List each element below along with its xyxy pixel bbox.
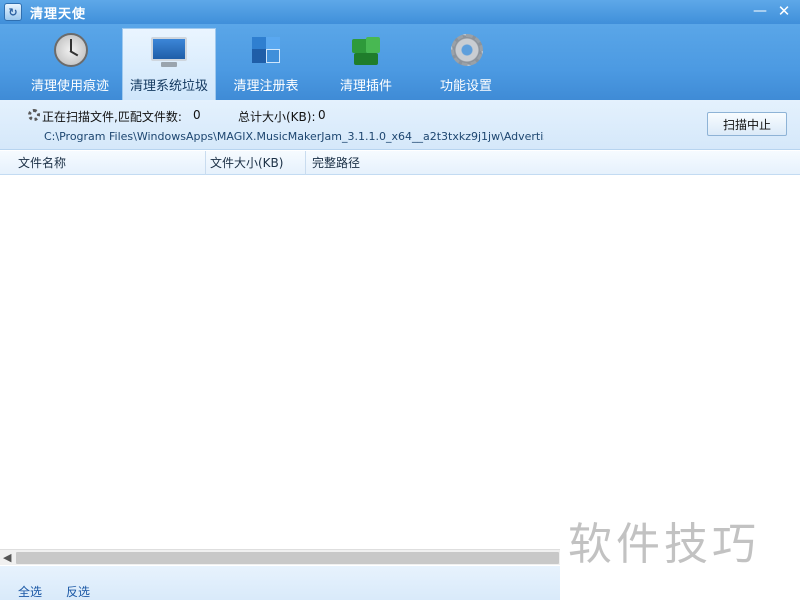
total-size-value: 0 xyxy=(318,108,326,122)
monitor-icon xyxy=(149,31,189,71)
scan-status-panel: 正在扫描文件,匹配文件数: 0 总计大小(KB): 0 C:\Program F… xyxy=(0,100,800,150)
title-bar: ↻ 清理天使 — ✕ xyxy=(0,0,800,24)
tab-clean-system-junk[interactable]: 清理系统垃圾 xyxy=(122,28,216,100)
matched-count: 0 xyxy=(193,108,201,122)
current-scan-path: C:\Program Files\WindowsApps\MAGIX.Music… xyxy=(44,130,544,143)
close-button[interactable]: ✕ xyxy=(774,2,794,20)
scroll-left-icon[interactable]: ◀ xyxy=(3,551,11,564)
registry-icon xyxy=(246,31,286,71)
stop-scan-button[interactable]: 扫描中止 xyxy=(707,112,787,136)
tab-clean-registry[interactable]: 清理注册表 xyxy=(216,28,316,100)
tab-clean-plugins[interactable]: 清理插件 xyxy=(316,28,416,100)
invert-selection-link[interactable]: 反选 xyxy=(66,583,90,600)
scanning-label: 正在扫描文件,匹配文件数: xyxy=(42,110,182,124)
tab-label: 清理系统垃圾 xyxy=(129,79,208,94)
app-logo-icon: ↻ xyxy=(4,3,22,21)
column-header-file-name[interactable]: 文件名称 xyxy=(0,150,206,175)
scrollbar-thumb[interactable] xyxy=(16,552,559,564)
tab-bar: 清理使用痕迹 清理系统垃圾 清理注册表 清理插件 功能设置 xyxy=(0,24,800,100)
puzzle-icon xyxy=(346,31,386,71)
horizontal-scrollbar[interactable]: ◀ xyxy=(0,549,560,565)
minimize-button[interactable]: — xyxy=(750,2,770,20)
window-title: 清理天使 xyxy=(30,6,87,22)
tab-label: 清理使用痕迹 xyxy=(30,79,109,94)
total-size-label: 总计大小(KB): xyxy=(238,110,316,124)
column-header-file-size[interactable]: 文件大小(KB) xyxy=(206,150,306,175)
footer-bar: 全选 反选 xyxy=(0,566,560,600)
column-header-full-path[interactable]: 完整路径 xyxy=(306,151,506,175)
tab-label: 功能设置 xyxy=(439,79,492,94)
gear-icon xyxy=(446,31,486,71)
tab-label: 清理插件 xyxy=(339,79,392,94)
clock-icon xyxy=(50,31,90,71)
tab-clean-usage-traces[interactable]: 清理使用痕迹 xyxy=(18,28,122,100)
loading-spinner-icon xyxy=(28,109,40,121)
tab-label: 清理注册表 xyxy=(233,79,299,94)
table-header: 文件名称 文件大小(KB) 完整路径 xyxy=(0,150,800,175)
file-list[interactable] xyxy=(0,176,800,548)
tab-settings[interactable]: 功能设置 xyxy=(416,28,516,100)
select-all-link[interactable]: 全选 xyxy=(18,583,42,600)
watermark-text: 软件技巧 xyxy=(568,519,760,570)
